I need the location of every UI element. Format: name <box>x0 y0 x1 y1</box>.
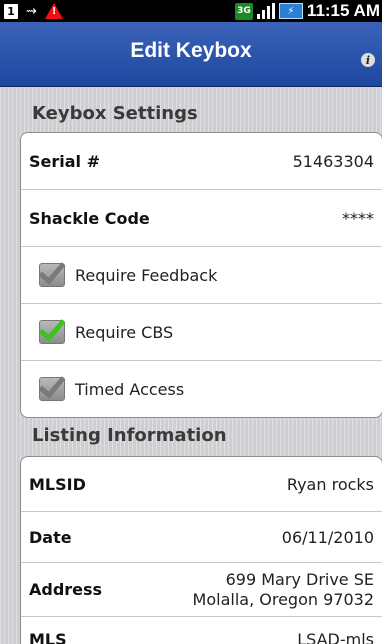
require-cbs-checkbox[interactable] <box>38 313 66 344</box>
date-value: 06/11/2010 <box>281 527 374 547</box>
mlsid-row: MLSID Ryan rocks <box>21 457 382 512</box>
require-cbs-row[interactable]: Require CBS <box>21 304 382 361</box>
require-feedback-label: Require Feedback <box>75 265 218 285</box>
page-title: Edit Keybox <box>130 39 252 62</box>
timed-access-label: Timed Access <box>75 379 185 399</box>
shackle-code-label: Shackle Code <box>29 208 150 228</box>
address-label: Address <box>29 580 103 599</box>
warning-icon: ! <box>44 3 63 19</box>
serial-label: Serial # <box>29 151 101 171</box>
3g-icon: 3G <box>234 2 253 20</box>
info-icon[interactable]: i <box>361 53 375 67</box>
mls-value: LSAD-mls <box>297 629 374 644</box>
checkmark-icon <box>38 256 66 285</box>
require-cbs-label: Require CBS <box>75 322 174 342</box>
serial-row: Serial # 51463304 <box>21 133 382 190</box>
title-bar: Edit Keybox i <box>0 22 382 87</box>
content-area[interactable]: Keybox Settings Serial # 51463304 Shackl… <box>0 87 382 644</box>
section-header-listing-information: Listing Information <box>32 425 227 446</box>
status-clock: 11:15 AM <box>306 1 380 20</box>
timed-access-row[interactable]: Timed Access <box>21 361 382 417</box>
status-left-icons: 1 ⇝ ! <box>4 2 63 20</box>
require-feedback-row[interactable]: Require Feedback <box>21 247 382 304</box>
timed-access-checkbox[interactable] <box>38 370 66 401</box>
usb-icon: ⇝ <box>26 3 37 19</box>
sim-icon: 1 <box>4 3 18 19</box>
keybox-settings-card: Serial # 51463304 Shackle Code **** Requ… <box>20 132 382 418</box>
serial-value: 51463304 <box>292 151 374 171</box>
address-line-2: Molalla, Oregon 97032 <box>192 589 374 609</box>
address-row: Address 699 Mary Drive SE Molalla, Orego… <box>21 563 382 617</box>
status-right-icons: 3G ⚡ 11:15 AM <box>234 1 380 21</box>
address-line-1: 699 Mary Drive SE <box>225 569 374 589</box>
mlsid-label: MLSID <box>29 474 86 494</box>
listing-information-card: MLSID Ryan rocks Date 06/11/2010 Address… <box>20 456 382 644</box>
checkmark-icon <box>38 370 66 399</box>
checkmark-icon <box>38 313 66 342</box>
shackle-code-value[interactable]: **** <box>342 209 374 228</box>
mls-label: MLS <box>29 629 67 644</box>
shackle-code-row[interactable]: Shackle Code **** <box>21 190 382 247</box>
signal-icon <box>256 3 275 19</box>
date-label: Date <box>29 527 72 547</box>
section-header-keybox-settings: Keybox Settings <box>32 103 198 124</box>
address-value: 699 Mary Drive SE Molalla, Oregon 97032 <box>193 570 374 610</box>
battery-icon: ⚡ <box>278 3 303 19</box>
status-bar: 1 ⇝ ! 3G ⚡ 11:15 AM <box>0 0 382 22</box>
mls-row: MLS LSAD-mls <box>21 617 382 644</box>
require-feedback-checkbox[interactable] <box>38 256 66 287</box>
date-row: Date 06/11/2010 <box>21 512 382 563</box>
mlsid-value: Ryan rocks <box>286 474 374 494</box>
